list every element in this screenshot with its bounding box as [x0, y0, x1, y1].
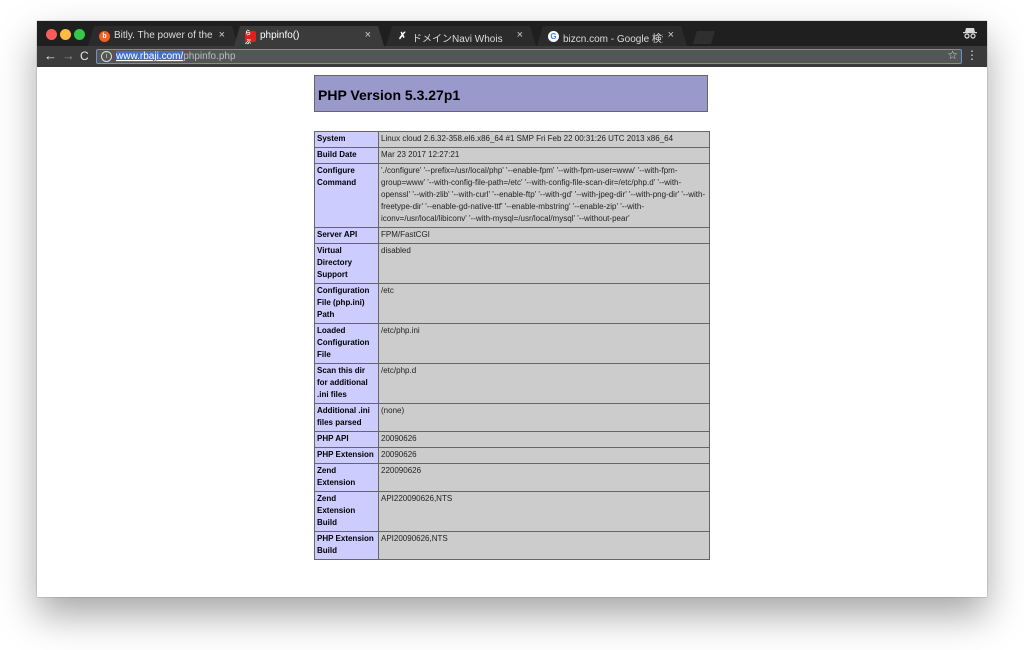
table-row: Zend Extension Build API220090626,NTS	[314, 491, 710, 532]
row-value: disabled	[378, 243, 710, 284]
back-arrow-icon[interactable]: ←	[44, 49, 57, 63]
red-badge-icon: らぶ	[245, 31, 256, 42]
maximize-window-button[interactable]	[74, 29, 85, 40]
row-key: PHP Extension	[314, 447, 379, 464]
table-row: PHP Extension 20090626	[314, 447, 710, 464]
row-key: PHP Extension Build	[314, 531, 379, 560]
menu-kebab-icon[interactable]: ⋮	[966, 48, 978, 62]
table-row: Zend Extension 220090626	[314, 463, 710, 492]
close-window-button[interactable]	[46, 29, 57, 40]
row-key: Loaded Configuration File	[314, 323, 379, 364]
bookmark-star-icon[interactable]: ☆	[947, 48, 958, 62]
row-value: API220090626,NTS	[378, 491, 710, 532]
row-value: Linux cloud 2.6.32-358.el6.x86_64 #1 SMP…	[378, 131, 710, 148]
row-value: API20090626,NTS	[378, 531, 710, 560]
page-title: PHP Version 5.3.27p1	[318, 87, 461, 103]
row-value: 20090626	[378, 447, 710, 464]
row-value: Mar 23 2017 12:27:21	[378, 147, 710, 164]
row-key: Additional .ini files parsed	[314, 403, 379, 432]
row-key: Configuration File (php.ini) Path	[314, 283, 379, 324]
row-value: /etc/php.ini	[378, 323, 710, 364]
row-value: (none)	[378, 403, 710, 432]
row-key: Zend Extension	[314, 463, 379, 492]
table-row: Server API FPM/FastCGI	[314, 227, 710, 244]
row-value: 20090626	[378, 431, 710, 448]
bitly-icon: b	[99, 31, 110, 42]
tab-title: Bitly. The power of the link.	[114, 30, 213, 41]
domain-navi-icon: ✗	[398, 31, 407, 42]
row-value: './configure' '--prefix=/usr/local/php' …	[378, 163, 710, 228]
address-bar[interactable]: i www.rbaji.com/phpinfo.php	[96, 49, 962, 64]
table-row: Additional .ini files parsed (none)	[314, 403, 710, 432]
tab-title: phpinfo()	[260, 30, 300, 41]
info-icon[interactable]: i	[101, 51, 112, 62]
tab-title: ドメインNavi Whois	[412, 34, 503, 45]
incognito-icon	[963, 27, 977, 42]
row-key: Build Date	[314, 147, 379, 164]
forward-arrow-icon[interactable]: →	[62, 49, 75, 63]
table-row: PHP API 20090626	[314, 431, 710, 448]
tab-domain-navi[interactable]: ✗ ドメインNavi Whois ×	[386, 26, 536, 46]
tab-phpinfo[interactable]: らぶ phpinfo() ×	[234, 26, 384, 46]
minimize-window-button[interactable]	[60, 29, 71, 40]
row-key: Server API	[314, 227, 379, 244]
url-host: www.rbaji.com/	[116, 51, 184, 62]
close-tab-icon[interactable]: ×	[219, 29, 225, 41]
php-version-header: PHP Version 5.3.27p1	[314, 75, 708, 112]
close-tab-icon[interactable]: ×	[517, 29, 523, 41]
phpinfo-table: System Linux cloud 2.6.32-358.el6.x86_64 …	[314, 131, 710, 560]
row-key: PHP API	[314, 431, 379, 448]
row-value: /etc/php.d	[378, 363, 710, 404]
row-key: Virtual Directory Support	[314, 243, 379, 284]
table-row: Configuration File (php.ini) Path/etc	[314, 283, 710, 324]
google-icon: G	[548, 31, 559, 42]
table-row: Scan this dir for additional .ini files /…	[314, 363, 710, 404]
row-value: /etc	[378, 283, 710, 324]
table-row: Loaded Configuration File/etc/php.ini	[314, 323, 710, 364]
row-key: Scan this dir for additional .ini files	[314, 363, 379, 404]
url-text[interactable]: www.rbaji.com/phpinfo.php	[116, 50, 236, 63]
browser-window: b Bitly. The power of the link. × らぶ php…	[37, 21, 987, 597]
new-tab-button[interactable]	[693, 31, 715, 44]
reload-icon[interactable]: C	[80, 49, 89, 63]
table-row: PHP Extension Build API20090626,NTS	[314, 531, 710, 560]
row-key: Zend Extension Build	[314, 491, 379, 532]
table-row: Configure Command './configure' '--prefix…	[314, 163, 710, 228]
tab-bitly[interactable]: b Bitly. The power of the link. ×	[88, 26, 238, 46]
browser-toolbar: ← → C i www.rbaji.com/phpinfo.php ☆ ⋮	[37, 46, 987, 67]
url-path: phpinfo.php	[183, 51, 236, 62]
close-tab-icon[interactable]: ×	[365, 29, 371, 41]
page-content: PHP Version 5.3.27p1 System Linux cloud 2…	[37, 67, 987, 597]
table-row: Virtual Directory Support disabled	[314, 243, 710, 284]
table-row: System Linux cloud 2.6.32-358.el6.x86_64 …	[314, 131, 710, 148]
tab-strip: b Bitly. The power of the link. × らぶ php…	[37, 21, 987, 46]
close-tab-icon[interactable]: ×	[668, 29, 674, 41]
tab-google-search[interactable]: G bizcn.com - Google 検索 ×	[537, 26, 687, 46]
tab-title: bizcn.com - Google 検索	[563, 34, 663, 45]
row-key: System	[314, 131, 379, 148]
row-value: 220090626	[378, 463, 710, 492]
table-row: Build Date Mar 23 2017 12:27:21	[314, 147, 710, 164]
row-key: Configure Command	[314, 163, 379, 228]
row-value: FPM/FastCGI	[378, 227, 710, 244]
